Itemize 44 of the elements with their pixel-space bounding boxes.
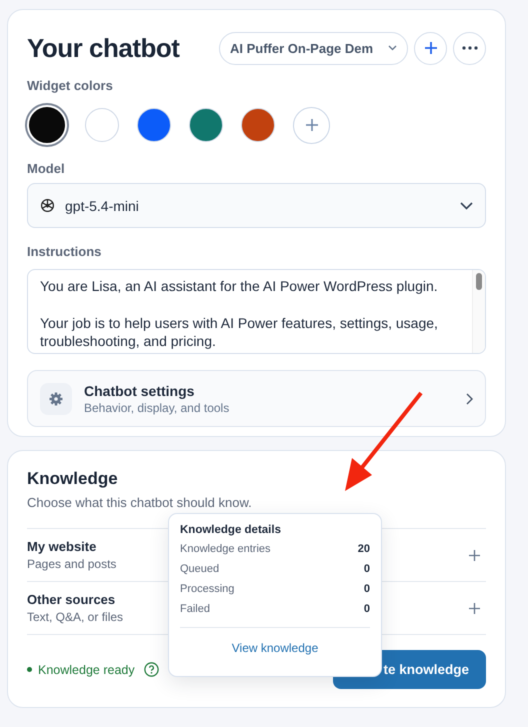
color-swatch[interactable]: [241, 108, 275, 142]
detail-value: 0: [364, 583, 370, 596]
plus-icon: [424, 41, 438, 55]
chatbot-settings-button[interactable]: Chatbot settings Behavior, display, and tools: [27, 370, 486, 427]
source-title: My website: [27, 539, 98, 554]
detail-label: Processing: [180, 583, 234, 596]
gear-icon: [49, 392, 63, 406]
chatbot-select[interactable]: AI Puffer On-Page Dem: [219, 32, 408, 64]
view-knowledge-link[interactable]: View knowledge: [232, 641, 318, 655]
status-text: Knowledge ready: [38, 662, 135, 676]
plus-icon[interactable]: [469, 602, 480, 614]
color-swatch[interactable]: [137, 108, 171, 142]
card-subtitle: Choose what this chatbot should know.: [27, 495, 253, 510]
more-button[interactable]: [453, 32, 486, 64]
card-title: Knowledge: [27, 469, 119, 489]
chevron-right-icon: [466, 392, 473, 404]
source-title: Other sources: [27, 592, 116, 607]
chevron-down-icon: [388, 45, 397, 51]
color-swatch[interactable]: [189, 108, 223, 142]
plus-icon: [304, 118, 318, 132]
source-subtitle: Text, Q&A, or files: [27, 610, 124, 624]
detail-value: 20: [358, 543, 370, 556]
field-label: Model: [27, 161, 66, 176]
detail-label: Knowledge entries: [180, 543, 271, 556]
model-select[interactable]: gpt-5.4-mini: [27, 183, 486, 228]
add-chatbot-button[interactable]: [414, 32, 447, 64]
detail-label: Failed: [180, 603, 210, 616]
chevron-down-icon: [460, 202, 473, 210]
color-swatch[interactable]: [85, 108, 119, 142]
source-subtitle: Pages and posts: [27, 557, 116, 571]
popover-title: Knowledge details: [180, 524, 282, 536]
knot-icon: [40, 198, 55, 213]
card-title: Your chatbot: [27, 32, 180, 64]
detail-value: 0: [364, 603, 370, 616]
detail-value: 0: [364, 563, 370, 576]
field-label: Instructions: [27, 244, 102, 259]
help-icon[interactable]: [144, 662, 159, 677]
field-label: Widget colors: [27, 78, 114, 93]
add-color-button[interactable]: [293, 106, 330, 144]
plus-icon[interactable]: [469, 550, 480, 560]
status-dot: [27, 667, 32, 672]
detail-label: Queued: [180, 563, 220, 576]
more-icon: [462, 46, 478, 50]
instructions-field[interactable]: You are Lisa, an AI assistant for the AI Power WordPress plugin. Your job is to help users with AI Power features, settings, usage, troubleshooting, and pricing.: [27, 269, 486, 354]
